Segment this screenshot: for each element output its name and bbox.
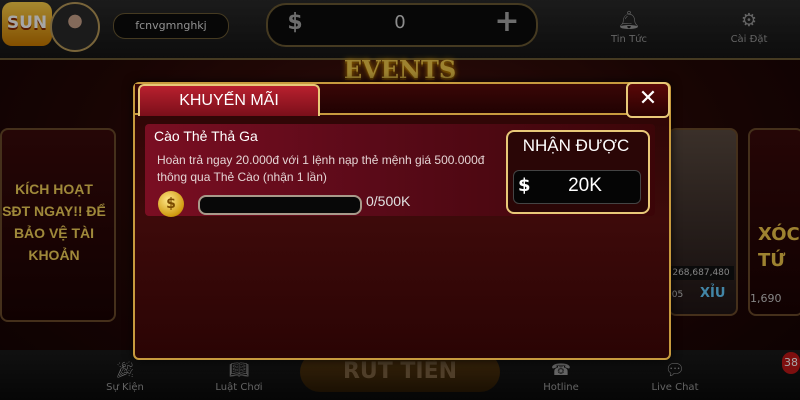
progress-text: 0/500K	[366, 193, 411, 209]
promo-title: Cào Thẻ Thả Ga	[154, 128, 258, 144]
close-icon: ✕	[638, 86, 658, 111]
dollar-icon: $	[518, 175, 531, 196]
promo-description: Hoàn trả ngay 20.000đ với 1 lệnh nạp thẻ…	[157, 153, 485, 184]
reward-label: NHẬN ĐƯỢC	[522, 136, 630, 155]
close-button[interactable]: ✕	[626, 82, 670, 118]
progress-bar	[198, 195, 362, 215]
tab-promotions[interactable]: KHUYẾN MÃI	[138, 84, 320, 116]
coin-icon: $	[158, 191, 184, 217]
reward-value: 20K	[568, 175, 602, 196]
